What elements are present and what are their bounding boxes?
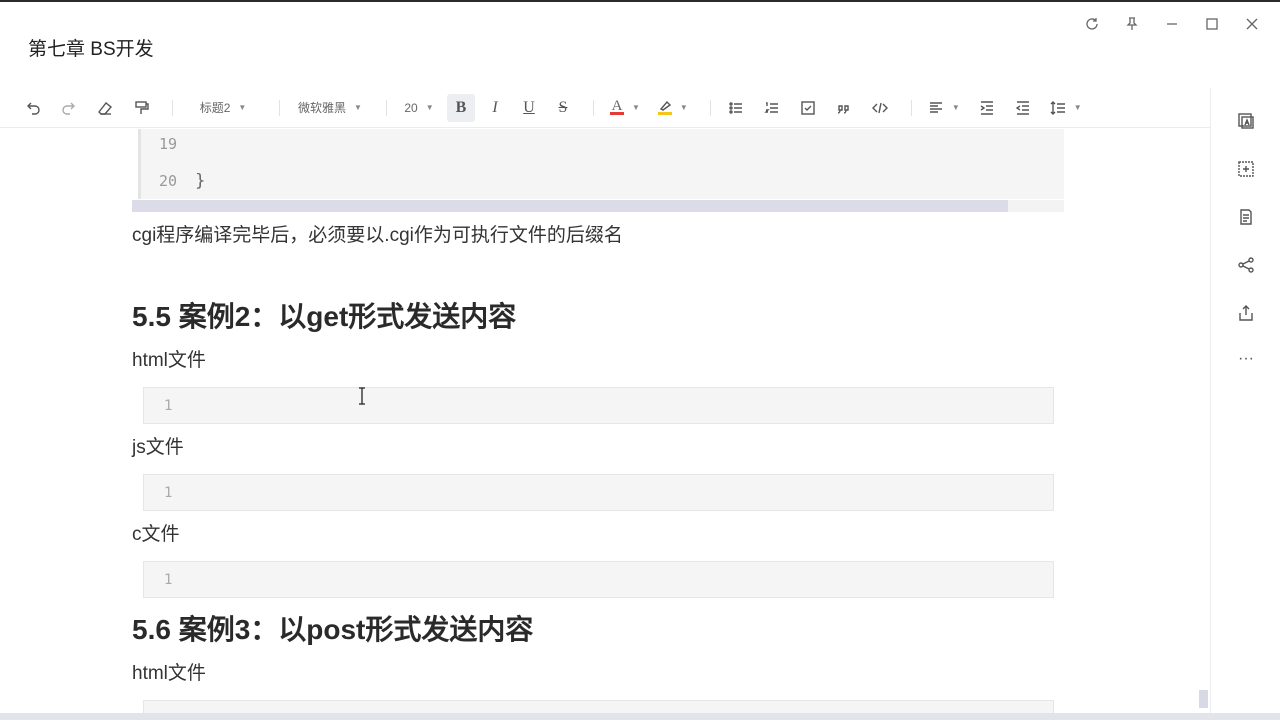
heading-style-value: 标题2 (199, 101, 231, 115)
code-block-js[interactable]: 1 (143, 474, 1054, 511)
toolbar-divider (386, 99, 387, 116)
title-bar: 第七章 BS开发 (0, 0, 1280, 88)
font-color-swatch (610, 112, 624, 115)
heading-5-5: 5.5 案例2：以get形式发送内容 (132, 301, 517, 332)
code-line: 20} (159, 171, 205, 191)
line-number: 1 (164, 572, 173, 588)
toolbar-divider (910, 99, 912, 116)
outline-icon[interactable] (1233, 204, 1259, 230)
strikethrough-icon: S (558, 98, 568, 116)
toolbar-divider (593, 99, 594, 116)
label-html-file-2: html文件 (132, 663, 206, 684)
underline-button[interactable]: U (515, 94, 543, 122)
font-family-select[interactable]: 微软雅黑 ▼ (290, 94, 370, 122)
line-number: 1 (164, 398, 173, 414)
heading-style-select[interactable]: 标题2 ▼ (183, 94, 263, 122)
chevron-down-icon: ▼ (1073, 103, 1082, 112)
minimize-icon[interactable] (1152, 12, 1192, 36)
document-title: 第七章 BS开发 (28, 39, 154, 60)
font-size-value: 20 (404, 100, 418, 115)
export-icon[interactable] (1233, 300, 1259, 326)
document-body[interactable]: 19 20} cgi程序编译完毕后，必须要以.cgi作为可执行文件的后缀名 5.… (0, 129, 1200, 713)
align-select[interactable]: ▼ (922, 94, 966, 122)
highlight-color-button[interactable]: ▼ (652, 94, 694, 122)
label-js-file: js文件 (132, 437, 184, 458)
font-size-select[interactable]: 20 ▼ (397, 94, 441, 122)
share-icon[interactable] (1233, 252, 1259, 278)
bullet-list-icon[interactable] (721, 94, 751, 122)
italic-icon: I (492, 98, 498, 116)
chevron-down-icon: ▼ (632, 103, 640, 112)
strikethrough-button[interactable]: S (549, 94, 577, 122)
font-color-letter: A (611, 98, 623, 114)
code-scrollbar-thumb[interactable] (132, 200, 1008, 212)
eraser-icon[interactable] (90, 94, 120, 122)
chevron-down-icon: ▼ (425, 103, 434, 112)
underline-icon: U (523, 98, 535, 116)
horizontal-scrollbar[interactable] (0, 713, 1280, 720)
line-number: 1 (164, 485, 173, 501)
editor-toolbar: 标题2 ▼ 微软雅黑 ▼ 20 ▼ B I U S A ▼ ▼ ▼ ▼ (0, 88, 1210, 128)
text-cursor-icon (359, 387, 365, 405)
italic-button[interactable]: I (481, 94, 509, 122)
toolbar-divider (709, 99, 711, 116)
line-spacing-icon (1050, 100, 1065, 115)
undo-icon[interactable] (18, 94, 48, 122)
bold-icon: B (455, 98, 467, 116)
numbered-list-icon[interactable] (757, 94, 787, 122)
toolbar-divider (279, 99, 280, 116)
redo-icon[interactable] (54, 94, 84, 122)
right-sidebar: ··· (1210, 88, 1280, 720)
label-c-file: c文件 (132, 524, 180, 545)
checklist-icon[interactable] (793, 94, 823, 122)
line-number: 19 (159, 135, 178, 153)
indent-icon[interactable] (972, 94, 1002, 122)
code-block-html[interactable]: 1 (143, 387, 1054, 424)
chevron-down-icon: ▼ (679, 103, 688, 112)
toolbar-divider (172, 99, 173, 116)
heading-5-6: 5.6 案例3：以post形式发送内容 (132, 614, 534, 645)
outdent-icon[interactable] (1008, 94, 1038, 122)
line-number: 20 (159, 172, 178, 190)
paragraph-cgi: cgi程序编译完毕后，必须要以.cgi作为可执行文件的后缀名 (132, 225, 623, 246)
more-icon[interactable]: ··· (1233, 346, 1259, 372)
chevron-down-icon: ▼ (238, 103, 247, 112)
pin-icon[interactable] (1112, 12, 1152, 36)
highlight-swatch (657, 112, 672, 115)
line-spacing-select[interactable]: ▼ (1044, 94, 1088, 122)
window-controls (1072, 12, 1272, 36)
format-painter-icon[interactable] (126, 94, 156, 122)
code-block-html-2[interactable] (143, 700, 1054, 713)
refresh-icon[interactable] (1072, 12, 1112, 36)
font-color-icon: A (610, 98, 624, 115)
font-family-value: 微软雅黑 (298, 101, 347, 115)
template-icon[interactable] (1233, 108, 1259, 134)
vertical-scrollbar-thumb[interactable] (1199, 690, 1208, 708)
code-icon[interactable] (865, 94, 895, 122)
code-line: 19 (159, 135, 177, 153)
code-text: } (195, 171, 206, 191)
quote-icon[interactable] (829, 94, 859, 122)
font-color-button[interactable]: A ▼ (604, 94, 646, 122)
insert-icon[interactable] (1233, 156, 1259, 182)
maximize-icon[interactable] (1192, 12, 1232, 36)
align-left-icon (929, 101, 942, 113)
label-html-file: html文件 (132, 350, 206, 371)
chevron-down-icon: ▼ (951, 103, 960, 112)
code-block[interactable]: 19 20} (138, 129, 1064, 199)
code-block-c[interactable]: 1 (143, 561, 1054, 598)
highlighter-icon (657, 100, 672, 115)
chevron-down-icon: ▼ (354, 103, 362, 112)
bold-button[interactable]: B (447, 93, 475, 122)
close-icon[interactable] (1232, 12, 1272, 36)
